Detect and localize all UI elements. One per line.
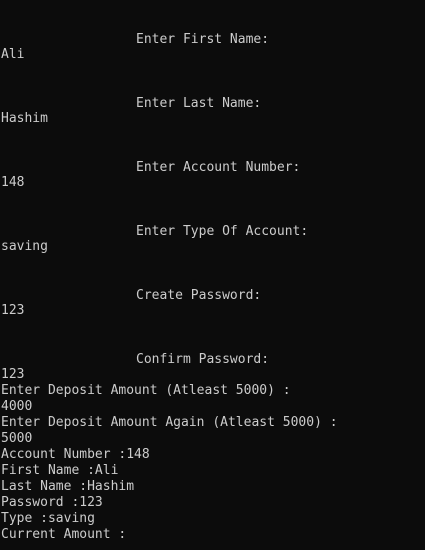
output-first-name: First Name :Ali — [1, 463, 119, 478]
input-confirm-password: 123 — [1, 367, 25, 382]
input-deposit-amount: 4000 — [1, 399, 33, 414]
output-type: Type :saving — [1, 511, 95, 526]
output-last-name: Last Name :Hashim — [1, 479, 135, 494]
output-current-amount: Current Amount : — [1, 527, 127, 542]
input-first-name: Ali — [1, 47, 25, 62]
input-deposit-again: 5000 — [1, 431, 33, 446]
prompt-deposit-amount: Enter Deposit Amount (Atleast 5000) : — [1, 383, 291, 398]
input-last-name: Hashim — [1, 111, 48, 126]
input-account-number: 148 — [1, 175, 25, 190]
prompt-deposit-again: Enter Deposit Amount Again (Atleast 5000… — [1, 415, 338, 430]
prompt-account-number: Enter Account Number: — [136, 160, 301, 175]
prompt-create-password: Create Password: — [136, 288, 262, 303]
console-window[interactable]: Enter First Name: Ali Enter Last Name: H… — [0, 0, 425, 550]
prompt-first-name: Enter First Name: — [136, 32, 270, 47]
input-create-password: 123 — [1, 303, 25, 318]
output-password: Password :123 — [1, 495, 103, 510]
output-account-number: Account Number :148 — [1, 447, 150, 462]
input-account-type: saving — [1, 239, 48, 254]
prompt-confirm-password: Confirm Password: — [136, 352, 270, 367]
prompt-account-type: Enter Type Of Account: — [136, 224, 309, 239]
prompt-last-name: Enter Last Name: — [136, 96, 262, 111]
